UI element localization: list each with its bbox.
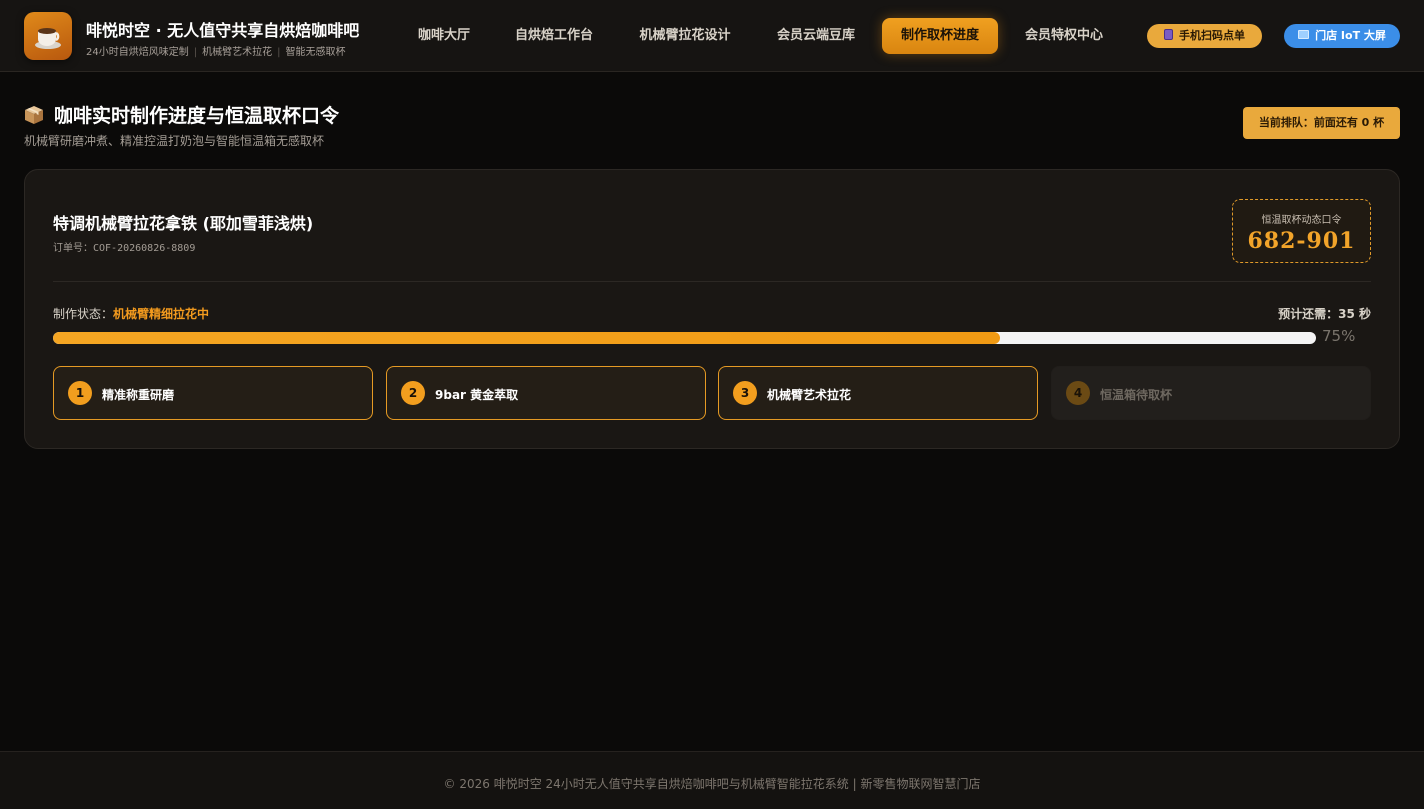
page-footer: © 2026 啡悦时空 24小时无人值守共享自烘焙咖啡吧与机械臂智能拉花系统 |… <box>0 751 1424 809</box>
step-grinding: 1 精准称重研磨 <box>53 366 373 420</box>
order-number: 订单号：COF-20260826-8809 <box>53 239 195 254</box>
page-title: 咖啡实时制作进度与恒温取杯口令 <box>24 101 339 128</box>
nav-coffee-hall[interactable]: 咖啡大厅 <box>404 18 484 54</box>
status-label: 制作状态： <box>53 307 114 321</box>
step-number: 4 <box>1066 381 1090 405</box>
progress-percent: 75% <box>1322 327 1356 345</box>
pickup-code-value: 682-901 <box>1247 228 1356 254</box>
step-latte-art: 3 机械臂艺术拉花 <box>718 366 1038 420</box>
tag-separator: | <box>193 47 198 58</box>
nav-latte-art-design[interactable]: 机械臂拉花设计 <box>624 18 746 54</box>
eta-remaining: 预计还需：35 秒 <box>1278 307 1371 321</box>
coffee-cup-icon[interactable] <box>24 12 72 60</box>
step-label: 恒温箱待取杯 <box>1100 388 1173 402</box>
package-box-icon <box>24 105 44 125</box>
order-drink-name: 特调机械臂拉花拿铁 (耶加雪菲浅烘) <box>53 214 314 233</box>
monitor-icon <box>1298 30 1310 39</box>
phone-icon <box>1164 29 1173 40</box>
scan-order-button[interactable]: 手机扫码点单 <box>1147 24 1262 48</box>
page-title-text: 咖啡实时制作进度与恒温取杯口令 <box>54 105 340 127</box>
production-status: 制作状态：机械臂精细拉花中 <box>53 305 209 322</box>
brand-tag: 智能无感取杯 <box>285 47 346 58</box>
pickup-code-box: 恒温取杯动态口令 682-901 <box>1232 199 1371 263</box>
order-number-label: 订单号： <box>53 243 93 254</box>
nav-roasting-workbench[interactable]: 自烘焙工作台 <box>500 18 608 54</box>
pickup-code-label: 恒温取杯动态口令 <box>1261 215 1342 226</box>
page-subtitle: 机械臂研磨冲煮、精准控温打奶泡与智能恒温箱无感取杯 <box>24 134 325 148</box>
progress-bar-fill <box>53 332 1001 344</box>
nav-order-progress[interactable]: 制作取杯进度 <box>882 18 998 54</box>
step-number: 1 <box>68 381 92 405</box>
queue-status-badge: 当前排队：前面还有 0 杯 <box>1243 107 1400 139</box>
progress-bar <box>53 332 1316 344</box>
step-label: 机械臂艺术拉花 <box>767 388 852 402</box>
nav-member-bean-vault[interactable]: 会员云端豆库 <box>762 18 870 54</box>
step-label: 9bar 黄金萃取 <box>435 388 519 402</box>
card-divider <box>53 281 1371 282</box>
step-pickup: 4 恒温箱待取杯 <box>1051 366 1371 420</box>
store-iot-screen-button[interactable]: 门店 IoT 大屏 <box>1284 24 1400 48</box>
tag-separator: | <box>277 47 281 58</box>
step-number: 3 <box>733 381 757 405</box>
brand-title: 啡悦时空 · 无人值守共享自烘焙咖啡吧 <box>86 21 360 40</box>
step-number: 2 <box>401 381 425 405</box>
order-number-value: COF-20260826-8809 <box>93 243 196 254</box>
brand-tag: 机械臂艺术拉花 <box>202 47 273 58</box>
nav-member-privileges[interactable]: 会员特权中心 <box>1010 18 1118 54</box>
scan-order-label: 手机扫码点单 <box>1179 29 1245 42</box>
step-extraction: 2 9bar 黄金萃取 <box>386 366 706 420</box>
brand-tagline: 24小时自烘焙风味定制 | 机械臂艺术拉花 | 智能无感取杯 <box>86 43 345 58</box>
top-header: 啡悦时空 · 无人值守共享自烘焙咖啡吧 24小时自烘焙风味定制 | 机械臂艺术拉花 |… <box>0 0 1424 72</box>
step-label: 精准称重研磨 <box>102 388 175 402</box>
footer-copyright: © 2026 啡悦时空 24小时无人值守共享自烘焙咖啡吧与机械臂智能拉花系统 |… <box>443 777 981 791</box>
brand-tag: 24小时自烘焙风味定制 <box>86 47 189 58</box>
status-value: 机械臂精细拉花中 <box>113 307 210 321</box>
order-progress-card: 特调机械臂拉花拿铁 (耶加雪菲浅烘) 订单号：COF-20260826-8809… <box>24 169 1400 449</box>
store-iot-label: 门店 IoT 大屏 <box>1315 29 1386 42</box>
